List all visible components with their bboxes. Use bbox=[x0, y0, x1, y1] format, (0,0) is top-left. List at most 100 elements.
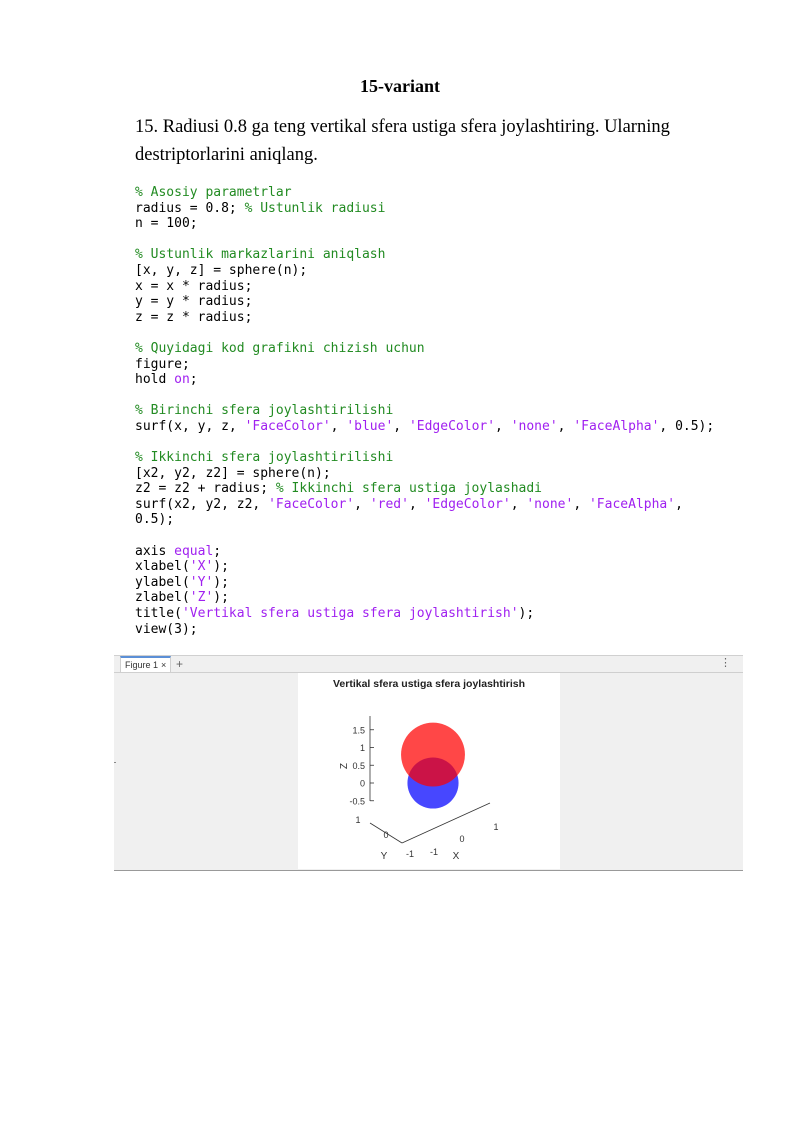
code-token: y = y * radius; bbox=[135, 294, 253, 310]
code-token: zlabel( bbox=[135, 590, 190, 606]
y-tick-label: -1 bbox=[406, 849, 414, 859]
code-token: 'none' bbox=[510, 418, 558, 434]
code-line: % Ikkinchi sfera joylashtirilishi bbox=[135, 450, 775, 466]
code-token: 'blue' bbox=[346, 418, 394, 434]
code-token: , 0.5); bbox=[659, 418, 715, 434]
y-axis-label: Y bbox=[381, 851, 388, 862]
code-token: % Ustunlik markazlarini aniqlash bbox=[135, 247, 386, 263]
code-token: z2 = z2 + radius; bbox=[135, 481, 276, 497]
code-token: title( bbox=[135, 606, 182, 622]
code-line: 0.5); bbox=[135, 512, 775, 528]
code-token: 0.5); bbox=[135, 512, 175, 528]
code-token: , bbox=[557, 418, 574, 434]
code-token: ; bbox=[189, 372, 198, 388]
x-tick-label: 1 bbox=[493, 822, 498, 832]
code-line: y = y * radius; bbox=[135, 294, 775, 310]
code-line: z = z * radius; bbox=[135, 310, 775, 326]
tab-label: Figure 1 bbox=[125, 660, 159, 670]
code-token: ); bbox=[213, 574, 229, 590]
code-token: [x, y, z] = sphere(n); bbox=[135, 262, 308, 278]
code-token: 'FaceColor' bbox=[268, 496, 355, 512]
x-tick-label: 0 bbox=[459, 834, 464, 844]
code-line: zlabel('Z'); bbox=[135, 590, 775, 606]
z-axis-label: Z bbox=[339, 763, 350, 769]
code-token: xlabel( bbox=[135, 559, 190, 575]
z-tick-label: 0.5 bbox=[352, 761, 365, 771]
code-token: , bbox=[495, 418, 511, 434]
code-token: 'red' bbox=[369, 496, 409, 512]
code-token: 'EdgeColor' bbox=[424, 496, 511, 512]
code-token: 'Y' bbox=[189, 574, 214, 590]
z-tick-label: 0 bbox=[360, 779, 365, 789]
code-token: , bbox=[393, 418, 409, 434]
z-tick-label: 1 bbox=[360, 743, 365, 753]
code-block: % Asosiy parametrlar radius = 0.8; % Ustu… bbox=[135, 185, 775, 637]
code-token: axis bbox=[135, 543, 175, 559]
figure-window: Figure 1 × + ⋮ Vertikal sfera ustiga sfe… bbox=[114, 655, 743, 871]
plot-area: Vertikal sfera ustiga sfera joylashtiris… bbox=[298, 673, 560, 869]
chart-title: Vertikal sfera ustiga sfera joylashtiris… bbox=[333, 678, 525, 690]
document-title: 15-variant bbox=[360, 76, 440, 96]
left-edge-mark bbox=[114, 762, 116, 763]
more-options-icon[interactable]: ⋮ bbox=[720, 656, 731, 669]
code-token: % Quyidagi kod grafikni chizish uchun bbox=[135, 340, 425, 356]
code-line: xlabel('X'); bbox=[135, 559, 775, 575]
code-line: radius = 0.8; % Ustunlik radiusi bbox=[135, 201, 775, 217]
code-token: 'Z' bbox=[189, 590, 214, 606]
code-token: view(3); bbox=[135, 621, 198, 637]
code-token: z = z * radius; bbox=[135, 309, 253, 325]
code-token: , bbox=[573, 496, 589, 512]
code-line: title('Vertikal sfera ustiga sfera joyla… bbox=[135, 606, 775, 622]
code-token: % Asosiy parametrlar bbox=[135, 185, 292, 200]
code-line: % Birinchi sfera joylashtirilishi bbox=[135, 403, 775, 419]
code-line: % Ustunlik markazlarini aniqlash bbox=[135, 247, 775, 263]
task-text: 15. Radiusi 0.8 ga teng vertikal sfera u… bbox=[135, 117, 670, 165]
code-line: % Asosiy parametrlar bbox=[135, 185, 775, 201]
y-tick-label: 0 bbox=[383, 830, 388, 840]
sphere-plot: Vertikal sfera ustiga sfera joylashtiris… bbox=[333, 678, 525, 862]
code-token: % Ikkinchi sfera joylashtirilishi bbox=[135, 450, 394, 466]
code-token: ); bbox=[518, 606, 535, 622]
code-token: ; bbox=[213, 543, 222, 559]
code-token: ); bbox=[213, 590, 229, 606]
code-token: , bbox=[675, 496, 683, 512]
code-line: view(3); bbox=[135, 622, 775, 638]
close-icon[interactable]: × bbox=[161, 660, 166, 670]
code-token: % Ikkinchi sfera ustiga joylashadi bbox=[275, 481, 542, 497]
code-line: hold on; bbox=[135, 372, 775, 388]
code-token: 'FaceColor' bbox=[244, 418, 331, 434]
code-line: n = 100; bbox=[135, 216, 775, 232]
y-tick-label: 1 bbox=[355, 815, 360, 825]
code-token: , bbox=[354, 496, 370, 512]
x-axis-label: X bbox=[453, 851, 460, 862]
code-token: [x2, y2, z2] = sphere(n); bbox=[135, 465, 331, 481]
code-token: 'FaceAlpha' bbox=[573, 418, 660, 434]
code-line: x = x * radius; bbox=[135, 279, 775, 295]
add-tab-icon[interactable]: + bbox=[176, 657, 183, 671]
tab-figure-1[interactable]: Figure 1 × bbox=[120, 656, 172, 672]
code-line: axis equal; bbox=[135, 544, 775, 560]
code-token: % Ustunlik radiusi bbox=[244, 200, 386, 216]
code-token: radius = 0.8; bbox=[135, 200, 245, 216]
x-axis-line bbox=[401, 802, 491, 844]
code-token: 'FaceAlpha' bbox=[588, 496, 676, 512]
code-line: figure; bbox=[135, 357, 775, 373]
code-token: x = x * radius; bbox=[135, 278, 253, 294]
code-line: [x, y, z] = sphere(n); bbox=[135, 263, 775, 279]
red-sphere bbox=[401, 722, 465, 787]
code-token: 'EdgeColor' bbox=[408, 418, 496, 434]
code-token: n = 100; bbox=[135, 216, 198, 232]
z-tick-label: 1.5 bbox=[352, 725, 365, 735]
code-line: z2 = z2 + radius; % Ikkinchi sfera ustig… bbox=[135, 481, 775, 497]
x-tick-label: -1 bbox=[430, 847, 438, 857]
z-tick-label: -0.5 bbox=[349, 796, 365, 806]
code-token: figure; bbox=[135, 356, 190, 372]
figure-tab-bar: Figure 1 × + ⋮ bbox=[114, 656, 743, 673]
code-line: % Quyidagi kod grafikni chizish uchun bbox=[135, 341, 775, 357]
code-token: ylabel( bbox=[135, 574, 190, 590]
